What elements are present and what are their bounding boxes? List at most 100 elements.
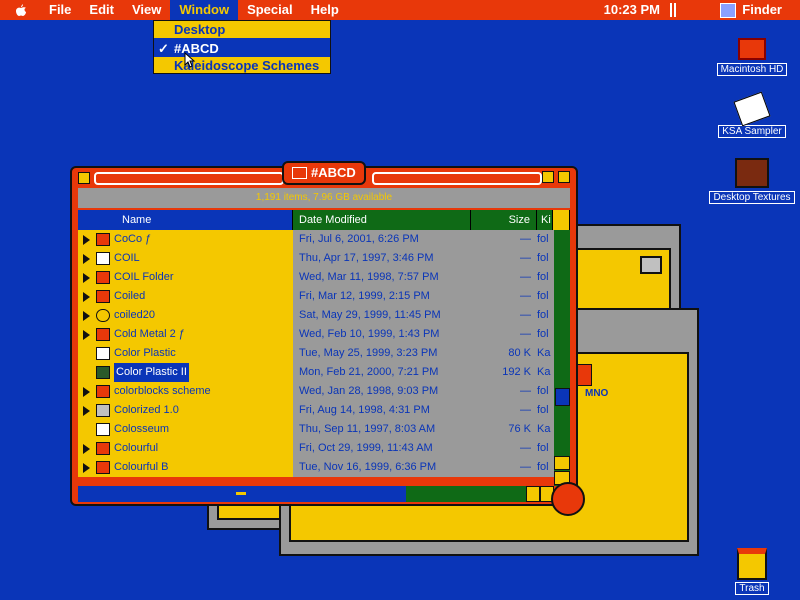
scroll-thumb[interactable] bbox=[236, 492, 246, 495]
disclosure-triangle-icon[interactable] bbox=[83, 310, 90, 321]
list-cell-name[interactable]: Colorized 1.0 bbox=[78, 401, 293, 420]
scroll-left-arrow-icon[interactable] bbox=[526, 486, 540, 502]
desktop-icon-macintosh-hd[interactable]: Macintosh HD bbox=[716, 38, 788, 76]
list-cell-date: Fri, Mar 12, 1999, 2:15 PM bbox=[293, 287, 471, 306]
disclosure-triangle-icon[interactable] bbox=[83, 405, 90, 416]
application-menu-label: Finder bbox=[742, 2, 782, 17]
collapse-box-icon[interactable] bbox=[640, 256, 662, 274]
title-bar-decoration bbox=[372, 172, 542, 185]
apple-menu-icon[interactable] bbox=[14, 3, 28, 17]
window-menu-item-label: #ABCD bbox=[174, 41, 219, 56]
column-header-name[interactable]: Name bbox=[78, 210, 293, 230]
column-header-kind[interactable]: Ki bbox=[537, 210, 553, 230]
menu-bar: File Edit View Window Special Help 10:23… bbox=[0, 0, 800, 20]
list-cell-kind: fol bbox=[537, 287, 554, 306]
sort-direction-icon[interactable] bbox=[553, 210, 570, 230]
file-icon bbox=[96, 347, 110, 360]
zoom-box-icon[interactable] bbox=[542, 171, 554, 183]
file-name: Colourful bbox=[114, 442, 159, 454]
list-row[interactable]: Color Plastic II Mon, Feb 21, 2000, 7:21 … bbox=[78, 363, 554, 382]
list-cell-size: 76 K bbox=[471, 420, 537, 439]
scroll-thumb[interactable] bbox=[555, 388, 570, 406]
list-row[interactable]: Cold Metal 2 ƒ Wed, Feb 10, 1999, 1:43 PM… bbox=[78, 325, 554, 344]
list-cell-size: — bbox=[471, 439, 537, 458]
list-cell-kind: Ka bbox=[537, 344, 554, 363]
column-header-date[interactable]: Date Modified bbox=[293, 210, 471, 230]
vertical-scrollbar[interactable] bbox=[554, 230, 570, 486]
desktop-icon-desktop-textures[interactable]: Desktop Textures bbox=[706, 158, 798, 204]
disclosure-triangle-icon[interactable] bbox=[83, 234, 90, 245]
disclosure-triangle-icon[interactable] bbox=[83, 462, 90, 473]
menu-help[interactable]: Help bbox=[302, 0, 348, 20]
window-menu-item-abcd[interactable]: ✓ #ABCD bbox=[154, 40, 330, 57]
desktop-icon-label: Trash bbox=[735, 582, 769, 595]
list-row[interactable]: CoCo ƒ Fri, Jul 6, 2001, 6:26 PM — fol bbox=[78, 230, 554, 249]
list-cell-name[interactable]: Color Plastic bbox=[78, 344, 293, 363]
window-title[interactable]: #ABCD bbox=[282, 161, 366, 185]
disclosure-triangle-icon[interactable] bbox=[83, 329, 90, 340]
disclosure-triangle-icon[interactable] bbox=[83, 272, 90, 283]
list-cell-size: — bbox=[471, 325, 537, 344]
menu-window[interactable]: Window bbox=[170, 0, 239, 20]
folder-icon bbox=[96, 290, 110, 303]
resize-handle-icon[interactable] bbox=[551, 482, 585, 516]
list-cell-name[interactable]: Colosseum bbox=[78, 420, 293, 439]
list-cell-name[interactable]: Color Plastic II bbox=[78, 363, 293, 382]
collapse-box-icon[interactable] bbox=[558, 171, 570, 183]
application-menu[interactable]: Finder bbox=[720, 0, 782, 20]
file-name: Coiled bbox=[114, 290, 146, 302]
list-cell-name[interactable]: colorblocks scheme bbox=[78, 382, 293, 401]
disclosure-triangle-icon[interactable] bbox=[83, 253, 90, 264]
list-cell-name[interactable]: Colourful B bbox=[78, 458, 293, 477]
list-row[interactable]: Colosseum Thu, Sep 11, 1997, 8:03 AM 76 KK… bbox=[78, 420, 554, 439]
list-row[interactable]: coiled20 Sat, May 29, 1999, 11:45 PM — fol bbox=[78, 306, 554, 325]
list-cell-kind: fol bbox=[537, 230, 554, 249]
list-row[interactable]: Colourful B Tue, Nov 16, 1999, 6:36 PM — fo… bbox=[78, 458, 554, 477]
menu-view[interactable]: View bbox=[123, 0, 170, 20]
list-cell-kind: Ka bbox=[537, 363, 554, 382]
scroll-track[interactable] bbox=[406, 486, 526, 502]
list-cell-name[interactable]: coiled20 bbox=[78, 306, 293, 325]
window-menu-item-kaleidoscope[interactable]: Kaleidoscope Schemes bbox=[154, 57, 330, 74]
window-menu-item-desktop[interactable]: Desktop bbox=[154, 21, 330, 38]
disclosure-triangle-icon[interactable] bbox=[83, 386, 90, 397]
menu-file[interactable]: File bbox=[40, 0, 80, 20]
menu-clock[interactable]: 10:23 PM bbox=[604, 0, 660, 20]
list-cell-name[interactable]: Cold Metal 2 ƒ bbox=[78, 325, 293, 344]
folder-icon bbox=[96, 271, 110, 284]
window-title-bar[interactable]: #ABCD bbox=[72, 161, 576, 186]
list-row[interactable]: Coiled Fri, Mar 12, 1999, 2:15 PM — fol bbox=[78, 287, 554, 306]
list-cell-name[interactable]: COIL Folder bbox=[78, 268, 293, 287]
disclosure-triangle-icon[interactable] bbox=[83, 443, 90, 454]
list-cell-size: — bbox=[471, 401, 537, 420]
desktop-icon-ksa-sampler[interactable]: KSA Sampler bbox=[716, 91, 788, 138]
file-list: CoCo ƒ Fri, Jul 6, 2001, 6:26 PM — fol COIL T… bbox=[78, 230, 554, 486]
close-box-icon[interactable] bbox=[78, 172, 90, 184]
list-row[interactable]: COIL Thu, Apr 17, 1997, 3:46 PM — fol bbox=[78, 249, 554, 268]
list-row[interactable]: COIL Folder Wed, Mar 11, 1998, 7:57 PM — fo… bbox=[78, 268, 554, 287]
menu-edit[interactable]: Edit bbox=[80, 0, 123, 20]
list-cell-size: 192 K bbox=[471, 363, 537, 382]
desktop-icon-trash[interactable]: Trash bbox=[728, 548, 776, 595]
disclosure-triangle-icon[interactable] bbox=[83, 291, 90, 302]
list-cell-date: Mon, Feb 21, 2000, 7:21 PM bbox=[293, 363, 471, 382]
list-cell-kind: Ka bbox=[537, 420, 554, 439]
file-name: COIL bbox=[114, 252, 140, 264]
column-header-size[interactable]: Size bbox=[471, 210, 537, 230]
horizontal-scrollbar[interactable] bbox=[78, 486, 554, 502]
list-cell-size: — bbox=[471, 268, 537, 287]
list-cell-name[interactable]: CoCo ƒ bbox=[78, 230, 293, 249]
list-cell-date: Tue, Nov 16, 1999, 6:36 PM bbox=[293, 458, 471, 477]
menu-special[interactable]: Special bbox=[238, 0, 302, 20]
scroll-up-arrow-icon[interactable] bbox=[554, 456, 570, 470]
list-row[interactable]: Colourful Fri, Oct 29, 1999, 11:43 AM — fol bbox=[78, 439, 554, 458]
list-cell-name[interactable]: Coiled bbox=[78, 287, 293, 306]
list-cell-name[interactable]: COIL bbox=[78, 249, 293, 268]
window-menu-dropdown: Desktop ✓ #ABCD Kaleidoscope Schemes bbox=[153, 20, 331, 74]
list-row[interactable]: Colorized 1.0 Fri, Aug 14, 1998, 4:31 PM —… bbox=[78, 401, 554, 420]
file-name: Cold Metal 2 ƒ bbox=[114, 328, 185, 340]
list-row[interactable]: colorblocks scheme Wed, Jan 28, 1998, 9:0… bbox=[78, 382, 554, 401]
document-icon bbox=[733, 91, 771, 127]
list-row[interactable]: Color Plastic Tue, May 25, 1999, 3:23 PM 8… bbox=[78, 344, 554, 363]
list-cell-name[interactable]: Colourful bbox=[78, 439, 293, 458]
